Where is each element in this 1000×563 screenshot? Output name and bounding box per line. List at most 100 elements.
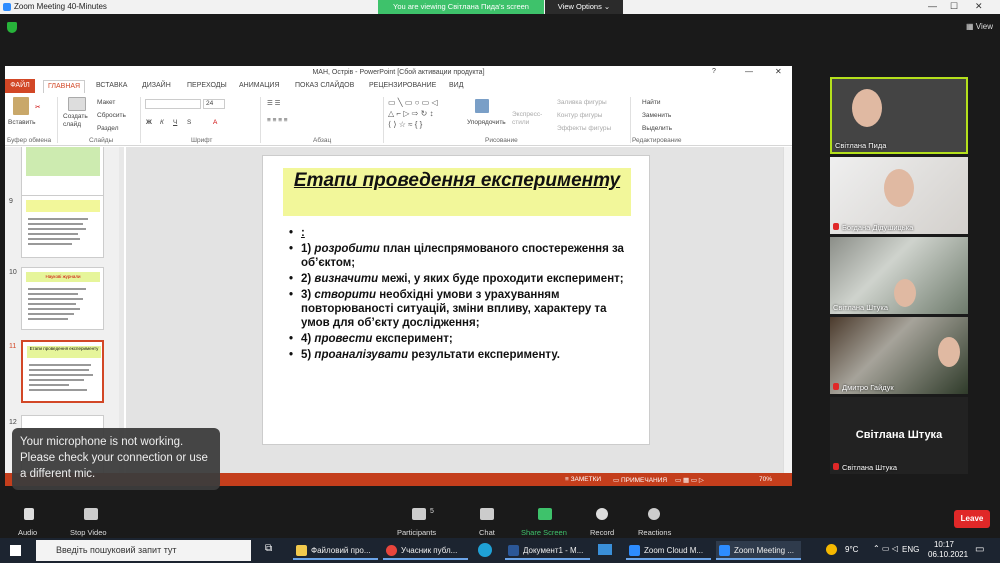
slide-thumbnail-9[interactable] [21, 195, 104, 258]
tab-animation[interactable]: АНИМАЦИЯ [239, 82, 280, 89]
new-slide-button[interactable]: Создать слайд [63, 113, 93, 129]
taskbar-item-explorer[interactable]: Файловий про... [293, 541, 378, 560]
task-view-icon[interactable]: ⧉ [265, 543, 272, 554]
microphone-icon[interactable] [24, 508, 34, 520]
taskbar-item-zoom-cloud[interactable]: Zoom Cloud M... [626, 541, 711, 560]
express-styles-button[interactable]: Экспресс-стили [512, 111, 542, 127]
weather-icon[interactable] [826, 544, 837, 555]
underline-button[interactable]: Ч [173, 119, 177, 126]
reset-button[interactable]: Сбросить [97, 112, 126, 119]
comments-button[interactable]: ▭ ПРИМЕЧАНИЯ [613, 476, 667, 484]
taskbar-item-zoom-meeting[interactable]: Zoom Meeting ... [716, 541, 801, 560]
reactions-button[interactable]: Reactions [638, 528, 671, 537]
layout-button[interactable]: Макет [97, 99, 115, 106]
slide-title[interactable]: Етапи проведення експерименту [283, 170, 631, 192]
minimize-icon[interactable]: — [928, 1, 937, 11]
paste-button[interactable]: Вставить [8, 119, 36, 126]
chat-icon[interactable] [480, 508, 494, 520]
tab-view[interactable]: ВИД [449, 82, 463, 89]
section-button[interactable]: Раздел [97, 125, 118, 132]
security-shield-icon[interactable] [7, 22, 17, 33]
participant-video[interactable]: Світлана Пида [830, 77, 968, 154]
ribbon-tabs: ФАЙЛ ГЛАВНАЯ ВСТАВКА ДИЗАЙН ПЕРЕХОДЫ АНИ… [5, 79, 792, 93]
group-drawing: Рисование [485, 137, 518, 144]
shape-fill-button[interactable]: Заливка фигуры [557, 99, 607, 106]
notifications-icon[interactable]: ▭ [975, 544, 984, 555]
find-button[interactable]: Найти [642, 99, 661, 106]
share-screen-button[interactable]: Share Screen [521, 528, 567, 537]
record-button[interactable]: Record [590, 528, 614, 537]
tab-home[interactable]: ГЛАВНАЯ [43, 80, 86, 93]
record-icon[interactable] [596, 508, 608, 520]
stop-video-button[interactable]: Stop Video [70, 528, 107, 537]
view-mode-buttons[interactable]: ▭ ▦ ▭ ▷ [675, 476, 704, 484]
select-button[interactable]: Выделить [642, 125, 672, 132]
maximize-icon[interactable]: ☐ [950, 1, 958, 12]
bullet-item: : [289, 226, 629, 240]
ppt-minimize-icon[interactable]: — [745, 67, 753, 76]
slide-thumbnail-10[interactable]: Наукові журнали [21, 267, 104, 330]
replace-button[interactable]: Заменить [642, 112, 671, 119]
cut-icon[interactable]: ✂ [35, 103, 40, 111]
view-options-button[interactable]: View Options ⌄ [545, 0, 623, 14]
slide-thumbnail-8[interactable] [21, 147, 104, 202]
help-icon[interactable]: ? [712, 68, 716, 75]
share-screen-icon[interactable] [538, 508, 552, 520]
zoom-level[interactable]: 70% [759, 476, 772, 483]
participants-icon[interactable] [412, 508, 426, 520]
taskbar-item-word[interactable]: Документ1 - М... [505, 541, 590, 560]
tab-slideshow[interactable]: ПОКАЗ СЛАЙДОВ [295, 82, 354, 89]
participant-video[interactable]: Дмитро Гайдук [830, 317, 968, 394]
folder-icon [296, 545, 307, 556]
slide-thumbnail-11[interactable]: Етапи проведення експерименту [21, 340, 104, 403]
taskbar-clock[interactable]: 10:17 06.10.2021 [928, 540, 968, 560]
font-color-button[interactable]: A [213, 119, 217, 126]
bullets-button[interactable]: ☰ ☰ [267, 99, 280, 107]
view-button[interactable]: ▦ View [966, 22, 993, 31]
language-indicator[interactable]: ENG [902, 545, 919, 554]
taskbar-item-chrome[interactable]: Учасник публ... [383, 541, 468, 560]
font-size-select[interactable]: 24 [203, 99, 225, 109]
tab-transitions[interactable]: ПЕРЕХОДЫ [187, 82, 227, 89]
leave-button[interactable]: Leave [954, 510, 990, 528]
close-icon[interactable]: ✕ [975, 1, 983, 12]
shape-outline-button[interactable]: Контур фигуры [557, 112, 602, 119]
shape-effects-button[interactable]: Эффекты фигуры [557, 125, 611, 132]
shapes-gallery[interactable]: ▭ ╲ ▭ ○ ▭ ◁ △ ⌐ ▷ ⇨ ↻ ↕ ⟨ ⟩ ☆ ≈ { } [388, 97, 460, 133]
align-buttons[interactable]: ≡ ≡ ≡ ≡ [267, 117, 288, 124]
ppt-close-icon[interactable]: ✕ [775, 67, 782, 76]
tab-file[interactable]: ФАЙЛ [5, 79, 35, 93]
mail-icon[interactable] [598, 544, 612, 555]
notes-button[interactable]: ≡ ЗАМЕТКИ [565, 476, 601, 483]
windows-start-icon[interactable] [10, 545, 21, 556]
participant-name: Світлана Штука [833, 463, 897, 472]
ribbon: Вставить ✂ Буфер обмена Создать слайд Ма… [5, 93, 792, 146]
participants-button[interactable]: Participants [397, 528, 436, 537]
word-icon [508, 545, 519, 556]
slide-number: 10 [9, 269, 17, 276]
tab-insert[interactable]: ВСТАВКА [96, 82, 127, 89]
participant-video[interactable]: Богдана Дідушицька [830, 157, 968, 234]
reactions-icon[interactable] [648, 508, 660, 520]
participant-video[interactable]: Світлана Штука Світлана Штука [830, 397, 968, 474]
audio-button[interactable]: Audio [18, 528, 37, 537]
slide-scrollbar[interactable] [783, 147, 792, 473]
tab-design[interactable]: ДИЗАЙН [142, 82, 171, 89]
thumbnails-scrollbar[interactable] [119, 147, 124, 473]
weather-temp[interactable]: 9°C [845, 545, 858, 554]
shadow-button[interactable]: S [187, 119, 191, 126]
tab-review[interactable]: РЕЦЕНЗИРОВАНИЕ [369, 82, 436, 89]
current-slide[interactable]: Етапи проведення експерименту : 1) розро… [262, 155, 650, 445]
tray-icons[interactable]: ⌃ ▭ ◁ [873, 544, 898, 553]
video-camera-icon[interactable] [84, 508, 98, 520]
italic-button[interactable]: К [160, 119, 164, 126]
edge-icon[interactable] [478, 543, 492, 557]
bold-button[interactable]: Ж [146, 119, 152, 126]
font-name-select[interactable] [145, 99, 201, 109]
chat-button[interactable]: Chat [479, 528, 495, 537]
arrange-button[interactable]: Упорядочить [467, 119, 506, 126]
participant-name: Дмитро Гайдук [833, 383, 894, 392]
slide-bullet-list[interactable]: : 1) розробити план цілеспрямованого спо… [289, 226, 629, 364]
taskbar-search-input[interactable]: Введіть пошуковий запит тут [36, 540, 251, 561]
participant-video[interactable]: Світлана Штука [830, 237, 968, 314]
